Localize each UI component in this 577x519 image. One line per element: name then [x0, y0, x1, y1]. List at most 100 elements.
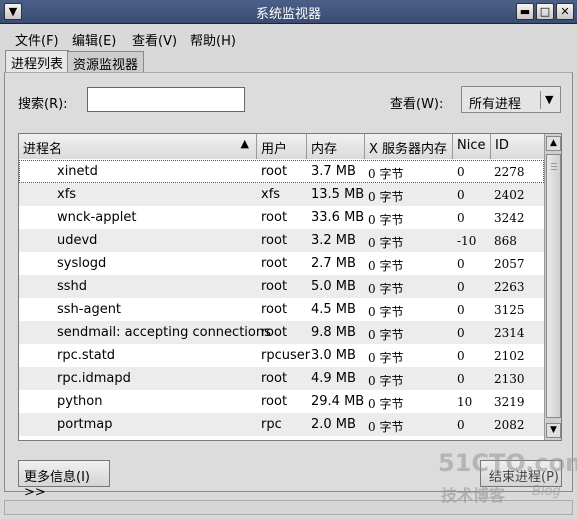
cell-xmem: 0 字节	[368, 420, 404, 434]
cell-mem: 3.2 MB	[311, 233, 356, 248]
cell-mem: 2.0 MB	[311, 417, 356, 432]
more-info-button[interactable]: 更多信息(I) >>	[18, 460, 110, 500]
minimize-icon[interactable]: ▬	[516, 3, 534, 20]
cell-xmem: 0 字节	[368, 374, 404, 388]
window-title: 系统监视器	[255, 7, 321, 22]
cell-nice: 0	[457, 165, 465, 179]
table-row[interactable]: sendmail: accepting connections root 9.8 M…	[19, 321, 544, 344]
cell-xmem: 0 字节	[368, 351, 404, 365]
column-header-user[interactable]: 用户	[257, 134, 307, 159]
cell-name: python	[57, 394, 103, 409]
column-header-memory[interactable]: 内存	[307, 134, 365, 159]
cell-id: 2102	[494, 349, 525, 363]
cell-name: sshd	[57, 279, 88, 294]
table-row[interactable]: ssh-agent root 4.5 MB 0 字节 0 3125	[19, 298, 544, 321]
cell-xmem: 0 字节	[368, 305, 404, 319]
grip-line	[551, 169, 557, 170]
tab-process-list[interactable]: 进程列表	[5, 50, 70, 73]
cell-name: rpc.statd	[57, 348, 116, 363]
cell-xmem: 0 字节	[368, 190, 404, 204]
menu-view[interactable]: 查看(V)	[132, 30, 177, 49]
cell-name: udevd	[57, 233, 98, 248]
search-input[interactable]	[87, 87, 245, 112]
cell-name: xfs	[57, 187, 77, 202]
cell-name: xinetd	[57, 164, 98, 179]
cell-id: 2263	[494, 280, 525, 294]
table-row[interactable]: wnck-applet root 33.6 MB 0 字节 0 3242	[19, 206, 544, 229]
menu-file[interactable]: 文件(F)	[15, 30, 59, 49]
cell-id: 868	[494, 234, 517, 248]
cell-xmem: 0 字节	[368, 213, 404, 227]
table-row[interactable]: sshd root 5.0 MB 0 字节 0 2263	[19, 275, 544, 298]
cell-id: 2057	[494, 257, 525, 271]
table-row[interactable]: python root 29.4 MB 0 字节 10 3219	[19, 390, 544, 413]
vertical-scrollbar[interactable]: ▲ ▼	[544, 134, 561, 440]
watermark-blog-cn: 技术博客	[441, 486, 506, 505]
cell-user: rpcuser	[261, 348, 311, 363]
cell-mem: 5.0 MB	[311, 279, 356, 294]
cell-name: wnck-applet	[57, 210, 137, 225]
cell-user: root	[261, 210, 288, 225]
view-filter-select[interactable]: 所有进程 ▼	[461, 86, 561, 113]
column-header-name[interactable]: 进程名 ▲	[19, 134, 257, 159]
cell-user: xfs	[261, 187, 281, 202]
cell-id: 2130	[494, 372, 525, 386]
table-row[interactable]: xfs xfs 13.5 MB 0 字节 0 2402	[19, 183, 544, 206]
cell-id: 2314	[494, 326, 525, 340]
table-header: 进程名 ▲ 用户 内存 X 服务器内存 Nice ID	[19, 134, 544, 159]
cell-id: 3242	[494, 211, 525, 225]
watermark-blog-en: Blog	[532, 484, 561, 499]
process-table: 进程名 ▲ 用户 内存 X 服务器内存 Nice ID xinetd root 3.…	[18, 133, 562, 441]
cell-xmem: 0 字节	[368, 259, 404, 273]
grip-line	[551, 163, 557, 164]
close-icon[interactable]: ✕	[556, 3, 574, 20]
cell-id: 3125	[494, 303, 525, 317]
cell-nice: 0	[457, 418, 465, 432]
cell-mem: 29.4 MB	[311, 394, 365, 409]
scroll-down-icon[interactable]: ▼	[546, 423, 561, 438]
column-header-xserver-memory[interactable]: X 服务器内存	[365, 134, 453, 159]
cell-user: root	[261, 302, 288, 317]
cell-xmem: 0 字节	[368, 397, 404, 411]
cell-mem: 3.7 MB	[311, 164, 356, 179]
table-row[interactable]: rpc.statd rpcuser 3.0 MB 0 字节 0 2102	[19, 344, 544, 367]
cell-name: rpc.idmapd	[57, 371, 131, 386]
tab-resource-monitor[interactable]: 资源监视器	[67, 51, 145, 73]
cell-user: root	[261, 233, 288, 248]
table-row[interactable]: xinetd root 3.7 MB 0 字节 0 2278	[19, 160, 544, 183]
table-row[interactable]: portmap rpc 2.0 MB 0 字节 0 2082	[19, 413, 544, 436]
cell-id: 2402	[494, 188, 525, 202]
search-label: 搜索(R):	[18, 97, 68, 112]
column-header-id[interactable]: ID	[491, 134, 544, 159]
cell-mem: 4.5 MB	[311, 302, 356, 317]
cell-name: sendmail: accepting connections	[57, 325, 271, 340]
cell-nice: 0	[457, 326, 465, 340]
menu-help[interactable]: 帮助(H)	[190, 30, 236, 49]
combo-separator	[540, 91, 541, 109]
table-row[interactable]: syslogd root 2.7 MB 0 字节 0 2057	[19, 252, 544, 275]
menu-bar: 文件(F) 编辑(E) 查看(V) 帮助(H)	[0, 25, 577, 49]
cell-nice: 10	[457, 395, 473, 409]
cell-nice: 0	[457, 303, 465, 317]
cell-nice: 0	[457, 372, 465, 386]
scrollbar-thumb[interactable]	[546, 154, 561, 418]
cell-mem: 13.5 MB	[311, 187, 365, 202]
cell-mem: 2.7 MB	[311, 256, 356, 271]
view-filter-value: 所有进程	[469, 97, 522, 112]
table-row[interactable]: udevd root 3.2 MB 0 字节 -10 868	[19, 229, 544, 252]
table-row[interactable]: rpc.idmapd root 4.9 MB 0 字节 0 2130	[19, 367, 544, 390]
column-header-nice[interactable]: Nice	[453, 134, 491, 159]
scroll-up-icon[interactable]: ▲	[546, 136, 561, 151]
view-label: 查看(W):	[390, 97, 444, 112]
chevron-down-icon: ▼	[545, 93, 554, 106]
title-bar: ▼ 系统监视器 ▬ □ ✕	[0, 0, 577, 24]
cell-nice: -10	[457, 234, 477, 248]
cell-mem: 33.6 MB	[311, 210, 365, 225]
cell-user: root	[261, 371, 288, 386]
menu-edit[interactable]: 编辑(E)	[72, 30, 116, 49]
cell-nice: 0	[457, 257, 465, 271]
cell-user: rpc	[261, 417, 282, 432]
maximize-icon[interactable]: □	[536, 3, 554, 20]
cell-user: root	[261, 325, 288, 340]
cell-user: root	[261, 256, 288, 271]
